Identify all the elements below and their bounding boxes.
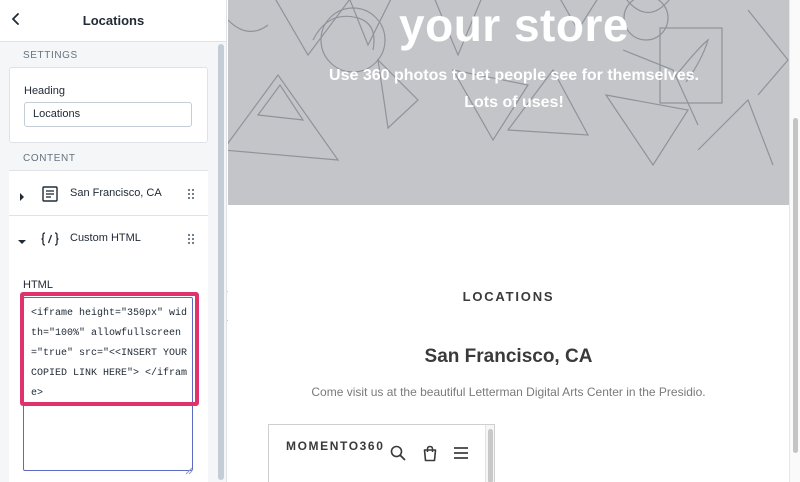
embed-scrollbar[interactable] — [485, 425, 494, 482]
block-san-francisco[interactable]: San Francisco, CA — [9, 170, 208, 216]
heading-input[interactable]: Locations — [24, 102, 192, 127]
heading-settings-card: Heading Locations — [9, 67, 208, 143]
custom-html-editor: HTML <iframe height="350px" width="100%"… — [9, 262, 208, 482]
embed-scrollbar-thumb[interactable] — [488, 429, 493, 482]
panel-scrollbar[interactable] — [216, 42, 225, 482]
section-heading: LOCATIONS — [462, 289, 555, 304]
search-icon[interactable] — [389, 444, 407, 462]
caret-right-icon[interactable] — [17, 189, 27, 201]
drag-handle-icon[interactable] — [187, 187, 195, 201]
menu-icon[interactable] — [452, 444, 470, 462]
cart-icon[interactable] — [421, 444, 439, 462]
panel-header: Locations — [0, 0, 226, 42]
drag-handle-icon[interactable] — [187, 232, 195, 246]
block-label: San Francisco, CA — [70, 187, 162, 199]
block-label: Custom HTML — [70, 232, 141, 244]
resize-grip-icon[interactable] — [185, 462, 193, 475]
highlight-annotation — [20, 292, 199, 406]
embed-brand-logo[interactable]: MOMENTO360 — [286, 439, 383, 454]
text-block-icon — [40, 184, 60, 204]
heading-field-label: Heading — [24, 85, 65, 97]
embedded-iframe-preview[interactable]: MOMENTO360 — [268, 424, 495, 482]
settings-section-label: SETTINGS — [23, 50, 78, 61]
content-section-label: CONTENT — [23, 153, 76, 164]
settings-panel: Locations SETTINGS Heading Locations CON… — [0, 0, 227, 482]
html-field-label: HTML — [23, 279, 53, 291]
panel-scrollbar-thumb[interactable] — [218, 44, 224, 480]
store-preview: your store Use 360 photos to let people … — [228, 0, 800, 482]
location-title: San Francisco, CA — [424, 346, 593, 367]
caret-down-icon[interactable] — [17, 234, 27, 244]
location-description: Come visit us at the beautiful Letterman… — [311, 385, 706, 399]
hero-subtitle: Use 360 photos to let people see for the… — [329, 67, 699, 111]
preview-scrollbar-thumb[interactable] — [793, 118, 798, 453]
hero-title: your store — [399, 0, 629, 51]
hero-banner: your store Use 360 photos to let people … — [228, 0, 800, 205]
panel-title: Locations — [82, 13, 145, 28]
preview-scrollbar[interactable] — [789, 0, 800, 482]
code-block-icon — [40, 229, 60, 249]
block-custom-html[interactable]: Custom HTML — [9, 216, 208, 262]
